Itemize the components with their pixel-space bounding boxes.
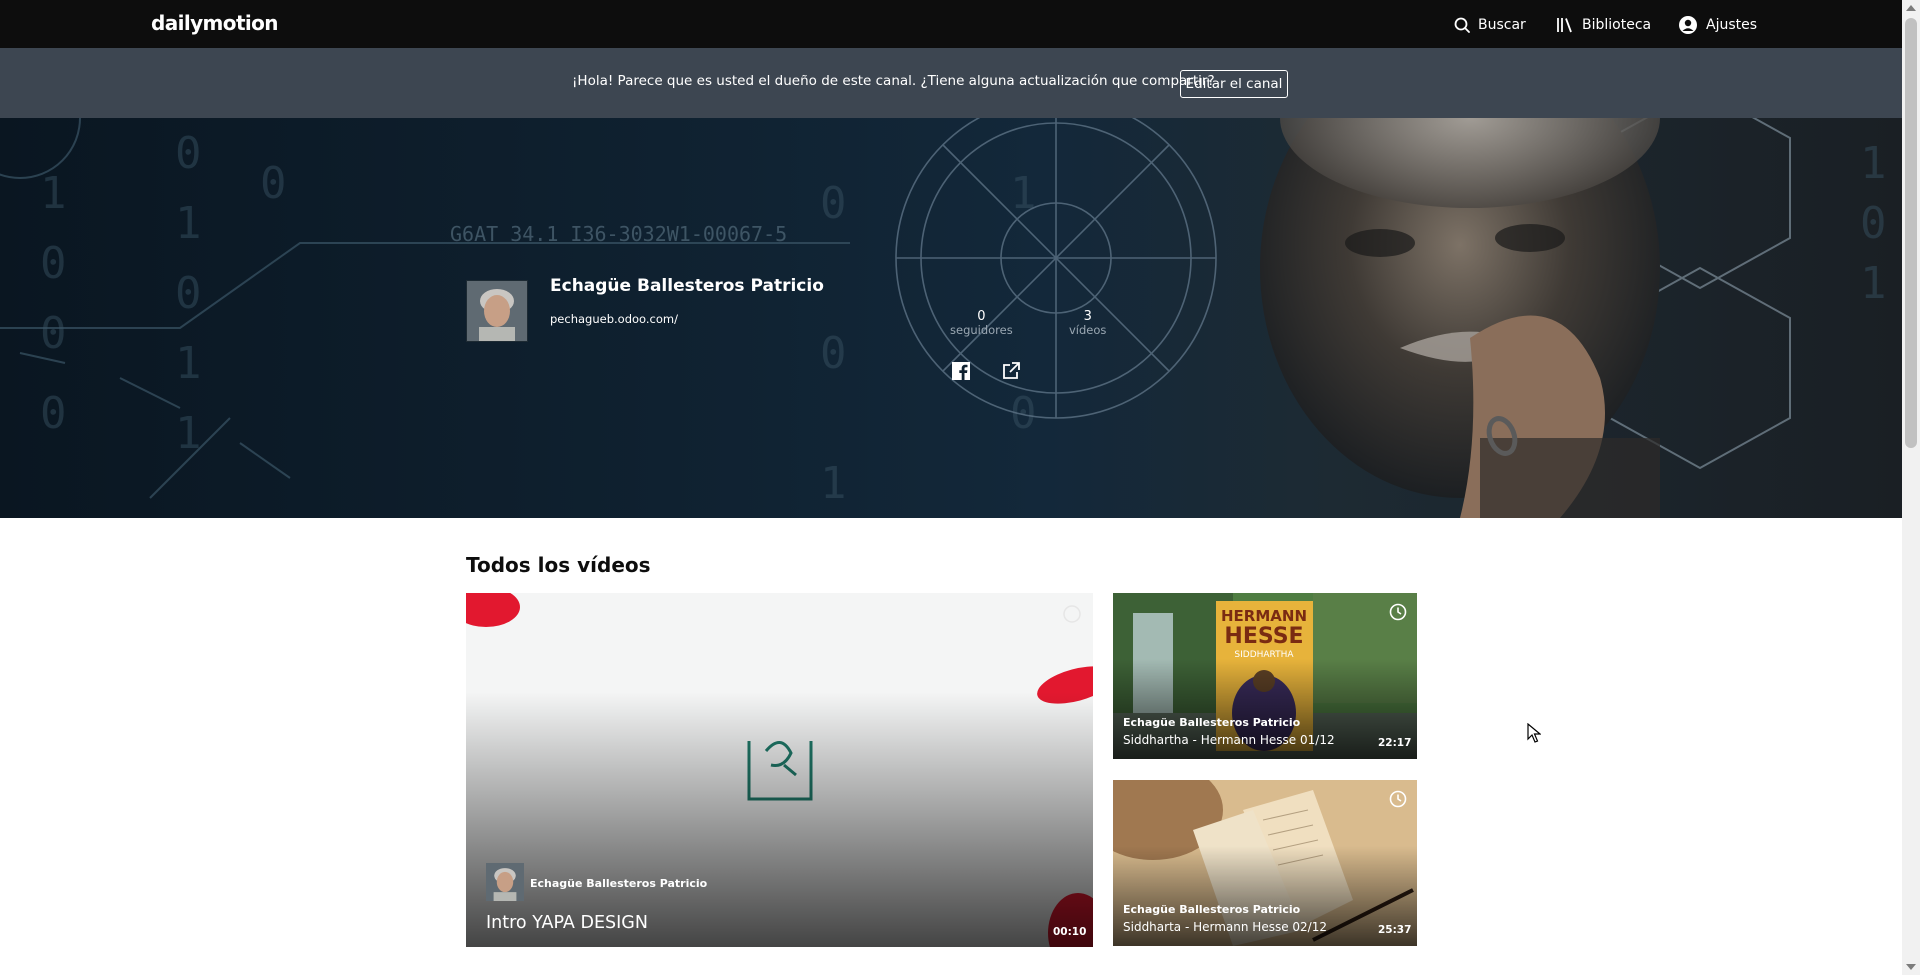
channel-avatar[interactable] [466,280,528,342]
video-duration: 25:37 [1378,924,1412,936]
videos-label: vídeos [1069,323,1107,337]
top-navigation-bar: dailymotion Buscar Biblioteca Ajustes [0,0,1902,48]
scroll-up-arrow-icon[interactable] [1906,5,1916,11]
svg-text:0: 0 [40,308,67,359]
svg-text:1: 1 [40,168,67,219]
svg-text:0: 0 [175,268,202,319]
external-link-icon[interactable] [1001,361,1023,383]
channel-owner-banner: ¡Hola! Parece que es usted el dueño de e… [0,48,1902,118]
video-duration: 00:10 [1053,926,1087,938]
watch-later-clock-icon[interactable] [1389,790,1407,808]
videos-stat: 3 vídeos [1069,309,1106,337]
video-owner-name[interactable]: Echagüe Ballesteros Patricio [1123,716,1300,729]
nav-search-label: Buscar [1478,17,1526,33]
nav-settings[interactable]: Ajustes [1678,14,1757,36]
owner-avatar[interactable] [486,863,524,901]
video-title[interactable]: Siddharta - Hermann Hesse 02/12 [1123,920,1327,934]
followers-stat: 0 seguidores [950,309,1013,337]
nav-search[interactable]: Buscar [1454,14,1526,36]
video-card-featured[interactable]: Echagüe Ballesteros Patricio Intro YAPA … [466,593,1093,947]
svg-text:0: 0 [1010,388,1037,439]
svg-text:0: 0 [1860,198,1887,249]
video-card-siddhartha-01[interactable]: HERMANN HESSE SIDDHARTHA Echagüe Ballest… [1113,593,1417,759]
svg-text:1: 1 [175,198,202,249]
nav-library[interactable]: Biblioteca [1556,14,1651,36]
dailymotion-logo[interactable]: dailymotion [151,11,279,35]
video-card-siddharta-02[interactable]: Echagüe Ballesteros Patricio Siddharta -… [1113,780,1417,946]
book-cover-author: HESSE [1224,624,1303,649]
followers-label: seguidores [950,323,1013,337]
svg-text:1: 1 [1010,168,1037,219]
svg-text:0: 0 [820,328,847,379]
video-owner-name[interactable]: Echagüe Ballesteros Patricio [1123,903,1300,916]
video-title[interactable]: Intro YAPA DESIGN [486,913,648,933]
svg-text:0: 0 [260,158,287,209]
svg-text:1: 1 [1860,138,1887,189]
scrollbar-thumb[interactable] [1905,18,1917,448]
video-duration: 22:17 [1378,737,1412,749]
mouse-cursor-icon [1527,723,1541,743]
svg-text:1: 1 [820,458,847,509]
videos-count: 3 [1083,309,1092,324]
all-videos-heading: Todos los vídeos [466,553,651,577]
search-icon [1454,17,1470,33]
video-title[interactable]: Siddhartha - Hermann Hesse 01/12 [1123,733,1335,747]
svg-text:1: 1 [175,338,202,389]
user-circle-icon [1678,15,1698,35]
svg-text:0: 0 [175,128,202,179]
channel-name: Echagüe Ballesteros Patricio [550,276,824,296]
followers-count: 0 [977,309,986,324]
svg-text:0: 0 [40,238,67,289]
svg-text:0: 0 [40,388,67,439]
nav-library-label: Biblioteca [1582,17,1652,33]
facebook-icon[interactable] [951,361,973,383]
edit-channel-button[interactable]: Editar el canal [1180,70,1288,98]
svg-text:1: 1 [1860,258,1887,309]
watch-later-clock-icon[interactable] [1389,603,1407,621]
svg-text:0: 0 [820,178,847,229]
channel-cover: 1000 01011 0 001 10 101 G6AT 34.1 I36-30… [0,118,1902,518]
nav-settings-label: Ajustes [1706,17,1758,33]
channel-website-link[interactable]: pechagueb.odoo.com/ [550,312,678,326]
video-owner-name[interactable]: Echagüe Ballesteros Patricio [530,877,707,890]
library-icon [1556,17,1574,33]
scroll-down-arrow-icon[interactable] [1906,964,1916,970]
banner-message: ¡Hola! Parece que es usted el dueño de e… [572,73,1215,89]
book-cover-author: HERMANN [1221,607,1307,625]
